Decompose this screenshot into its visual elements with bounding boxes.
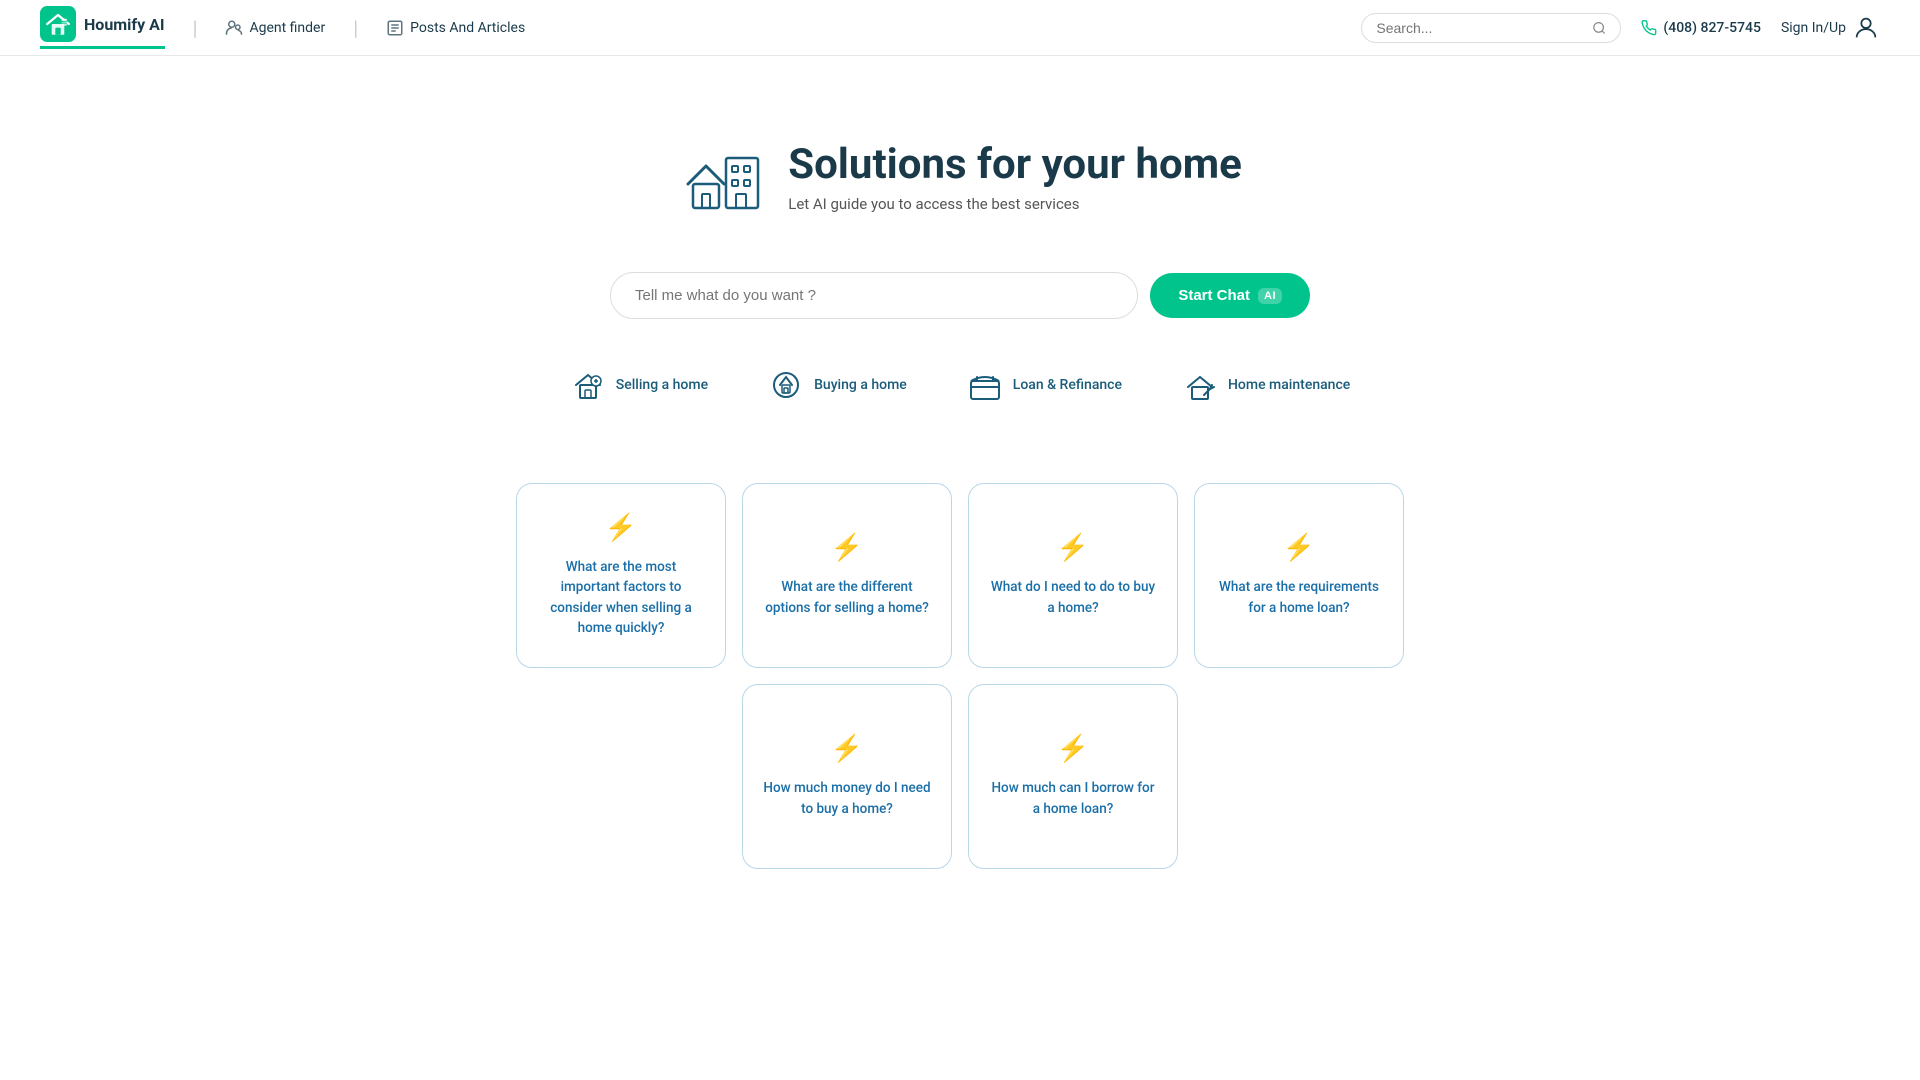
card-text-3: What do I need to do to buy a home? [989, 577, 1157, 618]
posts-articles-link[interactable]: Posts And Articles [386, 19, 525, 37]
category-tabs: Selling a home Buying a home Loan & Refi… [570, 367, 1351, 403]
lightning-icon-6: ⚡ [1057, 734, 1089, 764]
card-3[interactable]: ⚡ What do I need to do to buy a home? [968, 483, 1178, 668]
cards-section: ⚡ What are the most important factors to… [0, 443, 1920, 909]
lightning-icon-4: ⚡ [1283, 533, 1315, 563]
navbar: Houmify AI | Agent finder | Posts And Ar… [0, 0, 1920, 56]
hero-search-row: Start Chat AI [610, 272, 1310, 319]
card-6[interactable]: ⚡ How much can I borrow for a home loan? [968, 684, 1178, 869]
card-text-6: How much can I borrow for a home loan? [989, 778, 1157, 819]
agent-finder-icon [225, 19, 243, 37]
category-tab-maintenance[interactable]: Home maintenance [1182, 367, 1350, 403]
selling-icon [570, 367, 606, 403]
card-text-5: How much money do I need to buy a home? [763, 778, 931, 819]
search-bar[interactable] [1361, 13, 1621, 43]
agent-finder-link[interactable]: Agent finder [225, 19, 325, 37]
maintenance-label: Home maintenance [1228, 377, 1350, 393]
category-tab-loan[interactable]: Loan & Refinance [967, 367, 1122, 403]
selling-label: Selling a home [616, 377, 708, 393]
phone-number: (408) 827-5745 [1663, 20, 1761, 36]
nav-right: (408) 827-5745 Sign In/Up [1361, 13, 1880, 43]
card-1[interactable]: ⚡ What are the most important factors to… [516, 483, 726, 668]
buying-label: Buying a home [814, 377, 907, 393]
sign-in-link[interactable]: Sign In/Up [1781, 14, 1880, 42]
card-text-4: What are the requirements for a home loa… [1215, 577, 1383, 618]
card-5[interactable]: ⚡ How much money do I need to buy a home… [742, 684, 952, 869]
sign-in-label: Sign In/Up [1781, 20, 1846, 36]
phone-icon [1641, 20, 1657, 36]
hero-subtitle: Let AI guide you to access the best serv… [788, 195, 1242, 213]
hero-logo-row: Solutions for your home Let AI guide you… [678, 136, 1242, 216]
card-text-2: What are the different options for selli… [763, 577, 931, 618]
search-icon [1592, 20, 1606, 36]
logo-link[interactable]: Houmify AI [40, 6, 165, 49]
cards-row-1: ⚡ What are the most important factors to… [516, 483, 1404, 668]
phone-link[interactable]: (408) 827-5745 [1641, 20, 1761, 36]
search-input[interactable] [1376, 20, 1584, 36]
lightning-icon-2: ⚡ [831, 533, 863, 563]
posts-icon [386, 19, 404, 37]
logo-icon [40, 6, 76, 42]
start-chat-label: Start Chat [1178, 287, 1250, 304]
hero-section: Solutions for your home Let AI guide you… [0, 56, 1920, 443]
card-4[interactable]: ⚡ What are the requirements for a home l… [1194, 483, 1404, 668]
card-text-1: What are the most important factors to c… [537, 557, 705, 638]
posts-articles-label: Posts And Articles [410, 20, 525, 36]
nav-divider-2: | [353, 16, 358, 40]
nav-divider: | [193, 16, 198, 40]
buying-icon [768, 367, 804, 403]
hero-title: Solutions for your home [788, 140, 1242, 189]
lightning-icon-3: ⚡ [1057, 533, 1089, 563]
hero-text-block: Solutions for your home Let AI guide you… [788, 140, 1242, 213]
agent-finder-label: Agent finder [249, 20, 325, 36]
lightning-icon-5: ⚡ [831, 734, 863, 764]
maintenance-icon [1182, 367, 1218, 403]
cards-row-2: ⚡ How much money do I need to buy a home… [742, 684, 1178, 869]
hero-icon [678, 136, 768, 216]
user-icon [1852, 14, 1880, 42]
start-chat-button[interactable]: Start Chat AI [1150, 273, 1310, 318]
loan-icon [967, 367, 1003, 403]
card-2[interactable]: ⚡ What are the different options for sel… [742, 483, 952, 668]
ai-badge: AI [1258, 288, 1282, 304]
lightning-icon-1: ⚡ [605, 513, 637, 543]
category-tab-selling[interactable]: Selling a home [570, 367, 708, 403]
logo-text: Houmify AI [84, 15, 165, 34]
main-search-input[interactable] [610, 272, 1138, 319]
category-tab-buying[interactable]: Buying a home [768, 367, 907, 403]
loan-label: Loan & Refinance [1013, 377, 1122, 393]
